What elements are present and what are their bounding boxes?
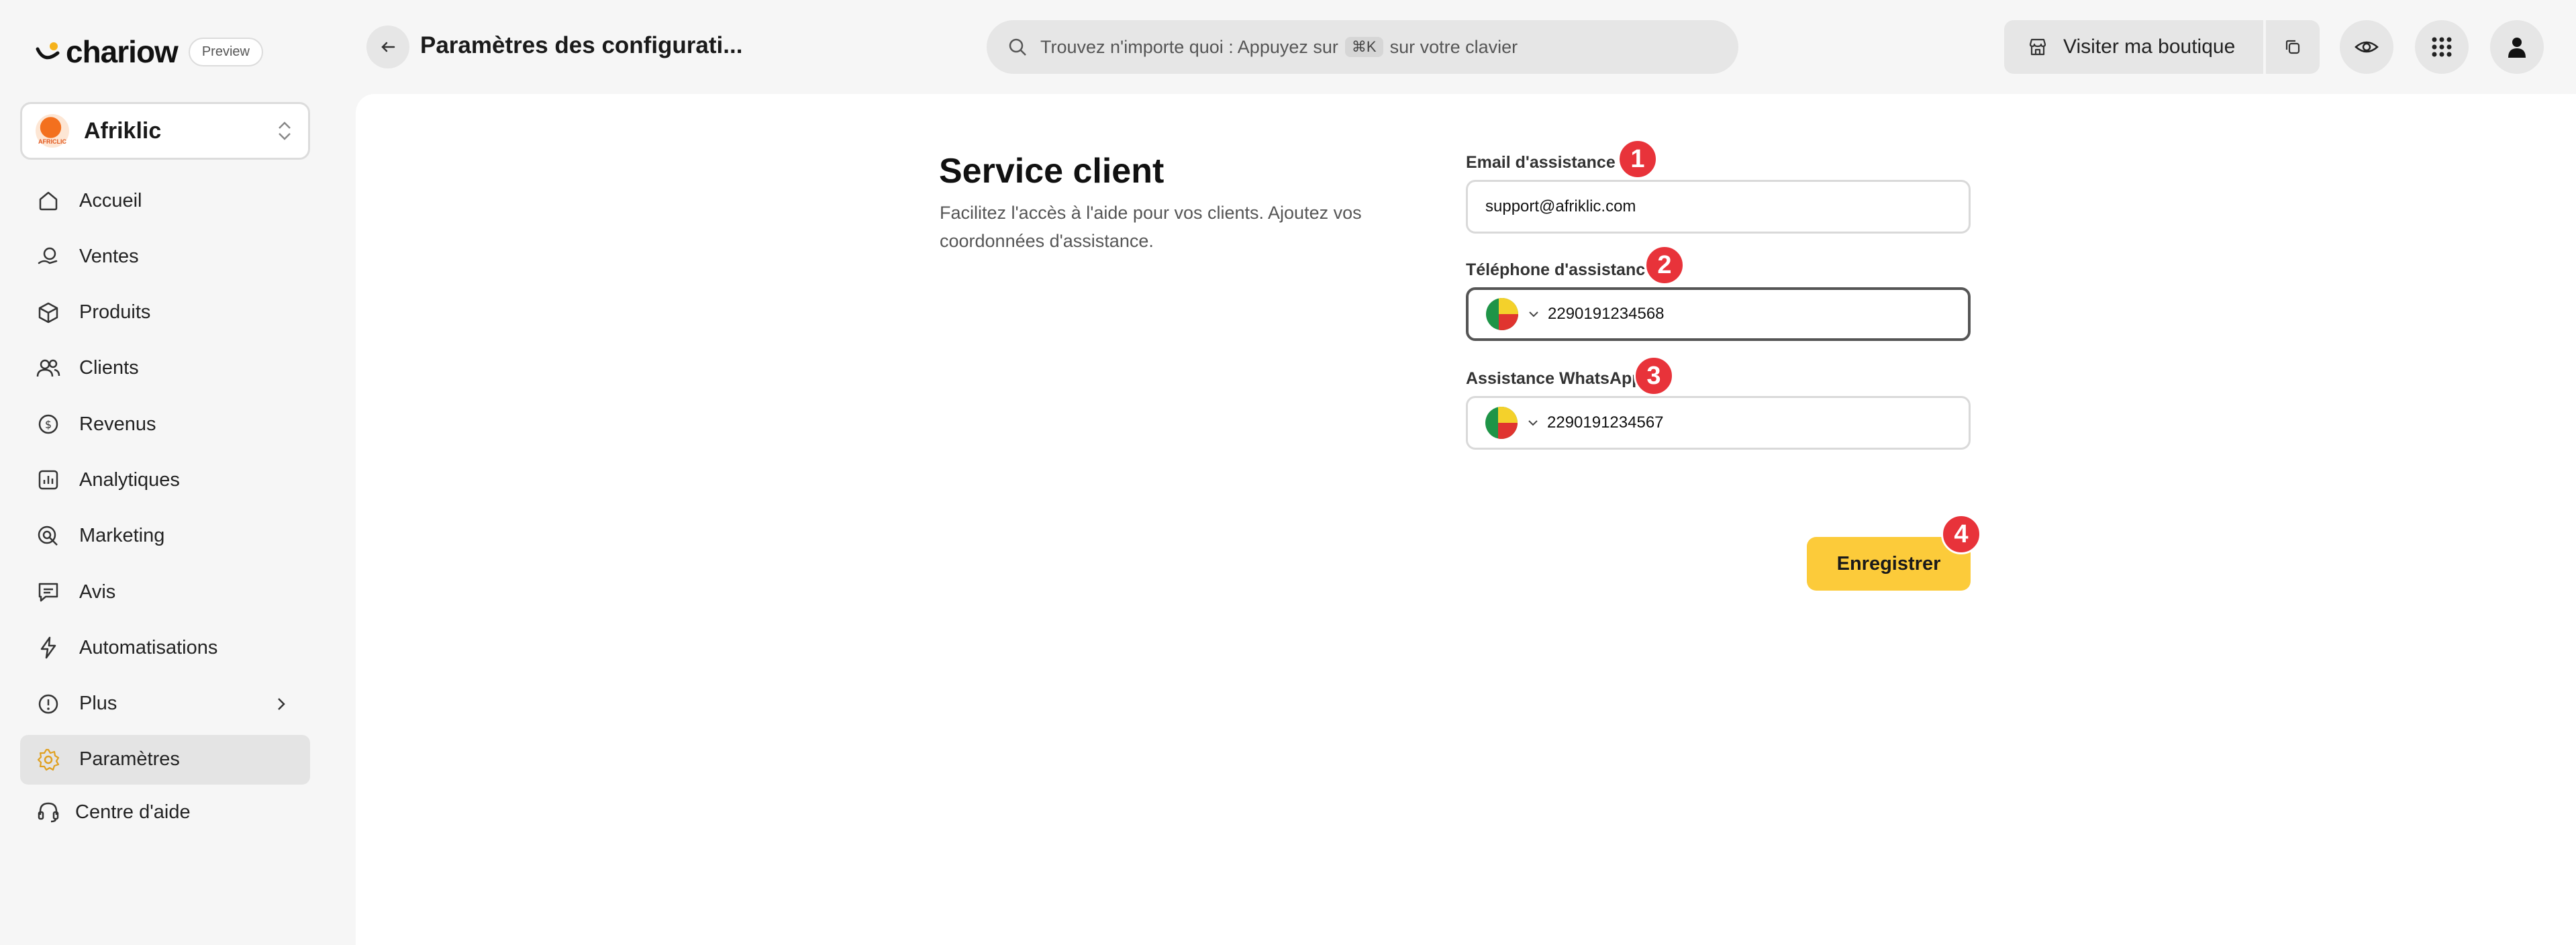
sidebar-item-automatisations[interactable]: Automatisations: [20, 623, 310, 673]
chariow-logo-icon: [34, 37, 63, 66]
phone-label: Téléphone d'assistance: [1466, 260, 1655, 279]
keyboard-shortcut: ⌘K: [1344, 37, 1383, 57]
copy-icon: [2285, 40, 2300, 54]
email-value: support@afriklic.com: [1485, 197, 1636, 215]
preview-button[interactable]: [2340, 20, 2393, 74]
svg-text:$: $: [45, 418, 52, 431]
sidebar-item-revenus[interactable]: $ Revenus: [20, 399, 310, 449]
user-menu-button[interactable]: [2490, 20, 2544, 74]
search-placeholder: Trouvez n'importe quoi : Appuyez sur ⌘K …: [1040, 36, 1518, 57]
gear-icon: [35, 746, 62, 773]
chevron-down-icon[interactable]: [1526, 415, 1540, 430]
chevron-down-icon[interactable]: [1526, 307, 1541, 321]
phone-value: 2290191234568: [1548, 305, 1665, 323]
sidebar-item-label: Analytiques: [79, 468, 180, 491]
grid-icon: [2432, 37, 2452, 57]
sidebar-item-parametres[interactable]: Paramètres: [20, 734, 310, 785]
sidebar-item-label: Automatisations: [79, 636, 218, 658]
whatsapp-value: 2290191234567: [1547, 413, 1664, 432]
section-title: Service client: [939, 152, 1165, 191]
search-bar[interactable]: Trouvez n'importe quoi : Appuyez sur ⌘K …: [987, 20, 1738, 74]
whatsapp-field[interactable]: 2290191234567: [1466, 396, 1971, 450]
store-name: Afriklic: [84, 117, 162, 144]
back-button[interactable]: [366, 26, 409, 68]
dollar-icon: $: [35, 411, 62, 438]
sidebar-item-produits[interactable]: Produits: [20, 288, 310, 338]
sidebar-item-label: Revenus: [79, 413, 156, 435]
sidebar-item-label: Produits: [79, 301, 151, 324]
sidebar-item-label: Marketing: [79, 525, 165, 547]
brand-name: chariow: [66, 34, 179, 69]
annotation-marker: 1: [1618, 139, 1658, 179]
preview-badge: Preview: [188, 37, 263, 66]
help-center-link[interactable]: Centre d'aide: [35, 799, 191, 826]
apps-button[interactable]: [2415, 20, 2469, 74]
annotation-marker: 3: [1634, 356, 1674, 396]
copy-link-button[interactable]: [2266, 20, 2320, 74]
store-avatar: AFRICLIC: [36, 114, 69, 148]
sidebar-item-ventes[interactable]: Ventes: [20, 232, 310, 281]
chevron-updown-icon: [279, 121, 291, 140]
sales-icon: [35, 243, 62, 270]
user-icon: [2508, 38, 2526, 58]
sidebar-item-marketing[interactable]: Marketing: [20, 511, 310, 561]
sidebar-item-plus[interactable]: Plus: [20, 679, 310, 729]
email-label: Email d'assistance*: [1466, 153, 1626, 172]
sidebar-item-analytiques[interactable]: Analytiques: [20, 455, 310, 505]
phone-field[interactable]: 2290191234568: [1466, 287, 1971, 341]
brand-logo[interactable]: chariow Preview: [34, 34, 263, 70]
chevron-right-icon: [278, 697, 285, 710]
visit-store-label: Visiter ma boutique: [2063, 36, 2236, 58]
lightning-icon: [35, 634, 62, 661]
sidebar-item-label: Ventes: [79, 245, 139, 267]
sidebar-item-accueil[interactable]: Accueil: [20, 176, 310, 226]
visit-store-button[interactable]: Visiter ma boutique: [2004, 20, 2263, 74]
email-field[interactable]: support@afriklic.com: [1466, 180, 1971, 234]
sidebar-item-avis[interactable]: Avis: [20, 567, 310, 617]
storefront-icon: [2029, 38, 2046, 56]
chart-icon: [35, 466, 62, 493]
eye-icon: [2355, 41, 2379, 53]
arrow-left-icon: [381, 42, 395, 52]
info-icon: [35, 691, 62, 717]
sidebar-nav: Accueil Ventes Produits Clients $ Revenu…: [20, 176, 310, 791]
headset-icon: [35, 799, 62, 826]
sidebar-item-label: Avis: [79, 581, 116, 603]
sidebar-item-label: Accueil: [79, 189, 142, 211]
target-icon: [35, 523, 62, 550]
box-icon: [35, 299, 62, 326]
section-description: Facilitez l'accès à l'aide pour vos clie…: [940, 203, 1362, 251]
page-title: Paramètres des configurati...: [420, 32, 743, 58]
review-icon: [35, 579, 62, 605]
search-icon: [1009, 38, 1026, 56]
annotation-marker: 2: [1644, 245, 1685, 285]
sidebar-item-label: Plus: [79, 693, 117, 715]
sidebar-item-label: Paramètres: [79, 748, 180, 770]
sidebar-item-clients[interactable]: Clients: [20, 344, 310, 393]
sidebar-item-label: Clients: [79, 357, 139, 379]
benin-flag-icon: [1485, 407, 1518, 439]
annotation-marker: 4: [1941, 514, 1981, 554]
home-icon: [35, 187, 62, 214]
users-icon: [35, 355, 62, 382]
whatsapp-label: Assistance WhatsApp: [1466, 369, 1642, 388]
benin-flag-icon: [1486, 298, 1518, 330]
help-center-label: Centre d'aide: [75, 801, 191, 823]
store-selector[interactable]: AFRICLIC Afriklic: [20, 102, 310, 160]
